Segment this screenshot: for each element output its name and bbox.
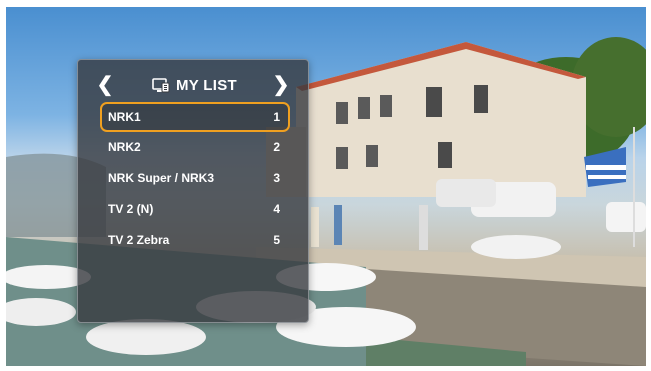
channel-row-tv2n[interactable]: TV 2 (N) 4 xyxy=(102,196,288,222)
tv-screen: ❮ MY LIST ❯ NRK1 1 NRK2 2 NRK Super / NR… xyxy=(6,7,646,366)
tv-list-icon xyxy=(152,78,170,93)
chevron-right-icon[interactable]: ❯ xyxy=(272,75,290,95)
channel-row-nrk-super[interactable]: NRK Super / NRK3 3 xyxy=(102,165,288,191)
channel-name: NRK Super / NRK3 xyxy=(108,171,215,185)
title-group: MY LIST xyxy=(152,74,237,96)
chevron-left-icon[interactable]: ❮ xyxy=(96,75,114,95)
channel-name: NRK1 xyxy=(108,110,141,124)
channel-number: 2 xyxy=(273,140,280,154)
channel-name: TV 2 (N) xyxy=(108,202,154,216)
list-header: ❮ MY LIST ❯ xyxy=(78,68,308,102)
channel-row-tv2-zebra[interactable]: TV 2 Zebra 5 xyxy=(102,227,288,253)
channel-number: 4 xyxy=(273,202,280,216)
channel-number: 5 xyxy=(273,233,280,247)
channel-number: 3 xyxy=(273,171,280,185)
channel-row-nrk2[interactable]: NRK2 2 xyxy=(102,134,288,160)
channel-name: NRK2 xyxy=(108,140,141,154)
channel-list-panel: ❮ MY LIST ❯ NRK1 1 NRK2 2 NRK Super / NR… xyxy=(77,59,309,323)
channel-number: 1 xyxy=(273,110,280,124)
list-title: MY LIST xyxy=(176,76,237,94)
channel-row-nrk1[interactable]: NRK1 1 xyxy=(100,102,290,132)
channel-name: TV 2 Zebra xyxy=(108,233,170,247)
